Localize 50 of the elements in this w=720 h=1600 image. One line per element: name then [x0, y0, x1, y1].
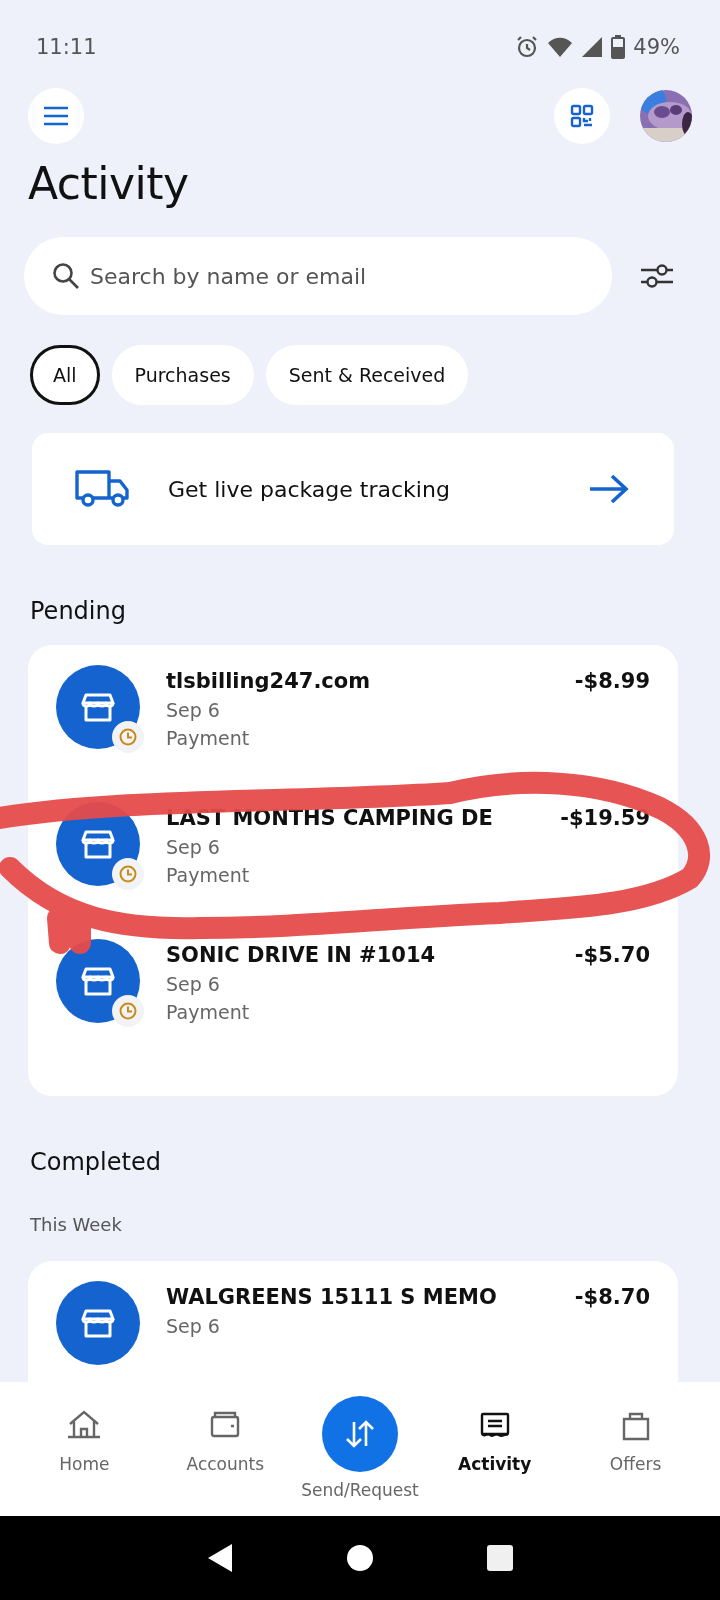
filter-chip[interactable]: Purchases [111, 345, 254, 405]
store-icon [81, 828, 115, 860]
filter-chip[interactable]: Sent & Received [265, 345, 469, 405]
signal-icon [581, 36, 604, 58]
search-field[interactable]: Search by name or email [24, 237, 612, 315]
transaction-amount: -$19.59 [560, 805, 650, 832]
transaction-date: Sep 6 [166, 699, 221, 721]
section-heading: Completed [30, 1148, 162, 1176]
nav-tab[interactable]: Home [19, 1382, 150, 1474]
transaction-type: Payment [166, 864, 251, 886]
transaction-date: Sep 6 [166, 1315, 221, 1337]
merchant-name[interactable]: LAST MONTHS CAMPING DE [166, 802, 547, 830]
nav-tab[interactable]: Offers [570, 1382, 701, 1474]
store-icon [81, 691, 115, 723]
search-icon [52, 262, 80, 290]
truck-icon [74, 469, 130, 509]
qr-code-button[interactable] [554, 88, 610, 144]
merchant-name[interactable]: WALGREENS 15111 S MEMO [166, 1281, 561, 1309]
battery-icon [611, 35, 626, 59]
transaction-type: Payment [166, 727, 251, 749]
merchant-name[interactable]: SONIC DRIVE IN #1014 [166, 939, 561, 967]
store-icon [81, 1307, 115, 1339]
store-icon [81, 965, 115, 997]
banner-text: Get live package tracking [168, 476, 451, 502]
transaction-type: Payment [166, 1001, 251, 1023]
transaction-date: Sep 6 [166, 973, 221, 995]
filter-chip[interactable]: All [30, 345, 100, 405]
menu-button[interactable] [28, 88, 84, 144]
home-icon[interactable] [346, 1544, 374, 1572]
status-time: 11:11 [36, 35, 97, 59]
nav-tab[interactable]: Accounts [160, 1382, 291, 1474]
transaction-amount: -$8.99 [574, 668, 650, 695]
recents-icon[interactable] [486, 1544, 514, 1572]
nav-tab[interactable]: Activity [429, 1382, 560, 1474]
transaction-date: Sep 6 [166, 836, 221, 858]
menu-icon [43, 106, 69, 126]
send-request-button[interactable]: Send/Request [301, 1382, 419, 1500]
qr-code-icon [570, 104, 594, 128]
wifi-icon [547, 36, 574, 58]
transaction-amount: -$5.70 [574, 942, 650, 969]
arrow-right-icon [588, 473, 630, 505]
merchant-name[interactable]: tlsbilling247.com [166, 665, 561, 693]
section-heading: Pending [30, 597, 127, 625]
page-title: Activity [28, 158, 190, 209]
back-icon[interactable] [206, 1542, 234, 1574]
battery-percent: 49% [633, 35, 680, 59]
tracking-banner[interactable]: Get live package tracking [32, 433, 674, 545]
group-label: This Week [30, 1214, 123, 1235]
filter-sliders-icon[interactable] [640, 261, 674, 291]
transaction-amount: -$8.70 [574, 1284, 650, 1311]
